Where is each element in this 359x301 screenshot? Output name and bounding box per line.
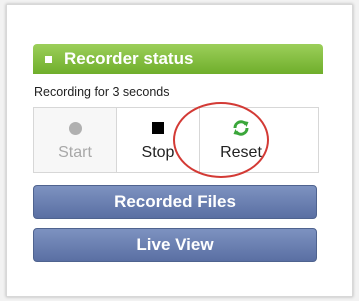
recording-status-text: Recording for 3 seconds [34, 85, 170, 99]
recorded-files-button[interactable]: Recorded Files [33, 185, 317, 219]
stop-button[interactable]: Stop [117, 108, 200, 172]
bullet-square-icon [45, 55, 52, 63]
refresh-icon [233, 120, 249, 136]
recorder-panel: Recorder status Recording for 3 seconds … [33, 44, 323, 262]
stop-square-icon [152, 122, 164, 134]
start-label: Start [58, 144, 92, 161]
live-view-button[interactable]: Live View [33, 228, 317, 262]
record-dot-icon [68, 121, 82, 135]
stop-label: Stop [141, 144, 175, 161]
recorder-status-title: Recorder status [64, 49, 194, 68]
reset-button[interactable]: Reset [200, 108, 282, 172]
reset-label: Reset [220, 144, 262, 161]
recorder-status-header: Recorder status [33, 44, 323, 74]
start-button[interactable]: Start [34, 108, 117, 172]
recorder-controls: Start Stop Reset [33, 107, 319, 173]
